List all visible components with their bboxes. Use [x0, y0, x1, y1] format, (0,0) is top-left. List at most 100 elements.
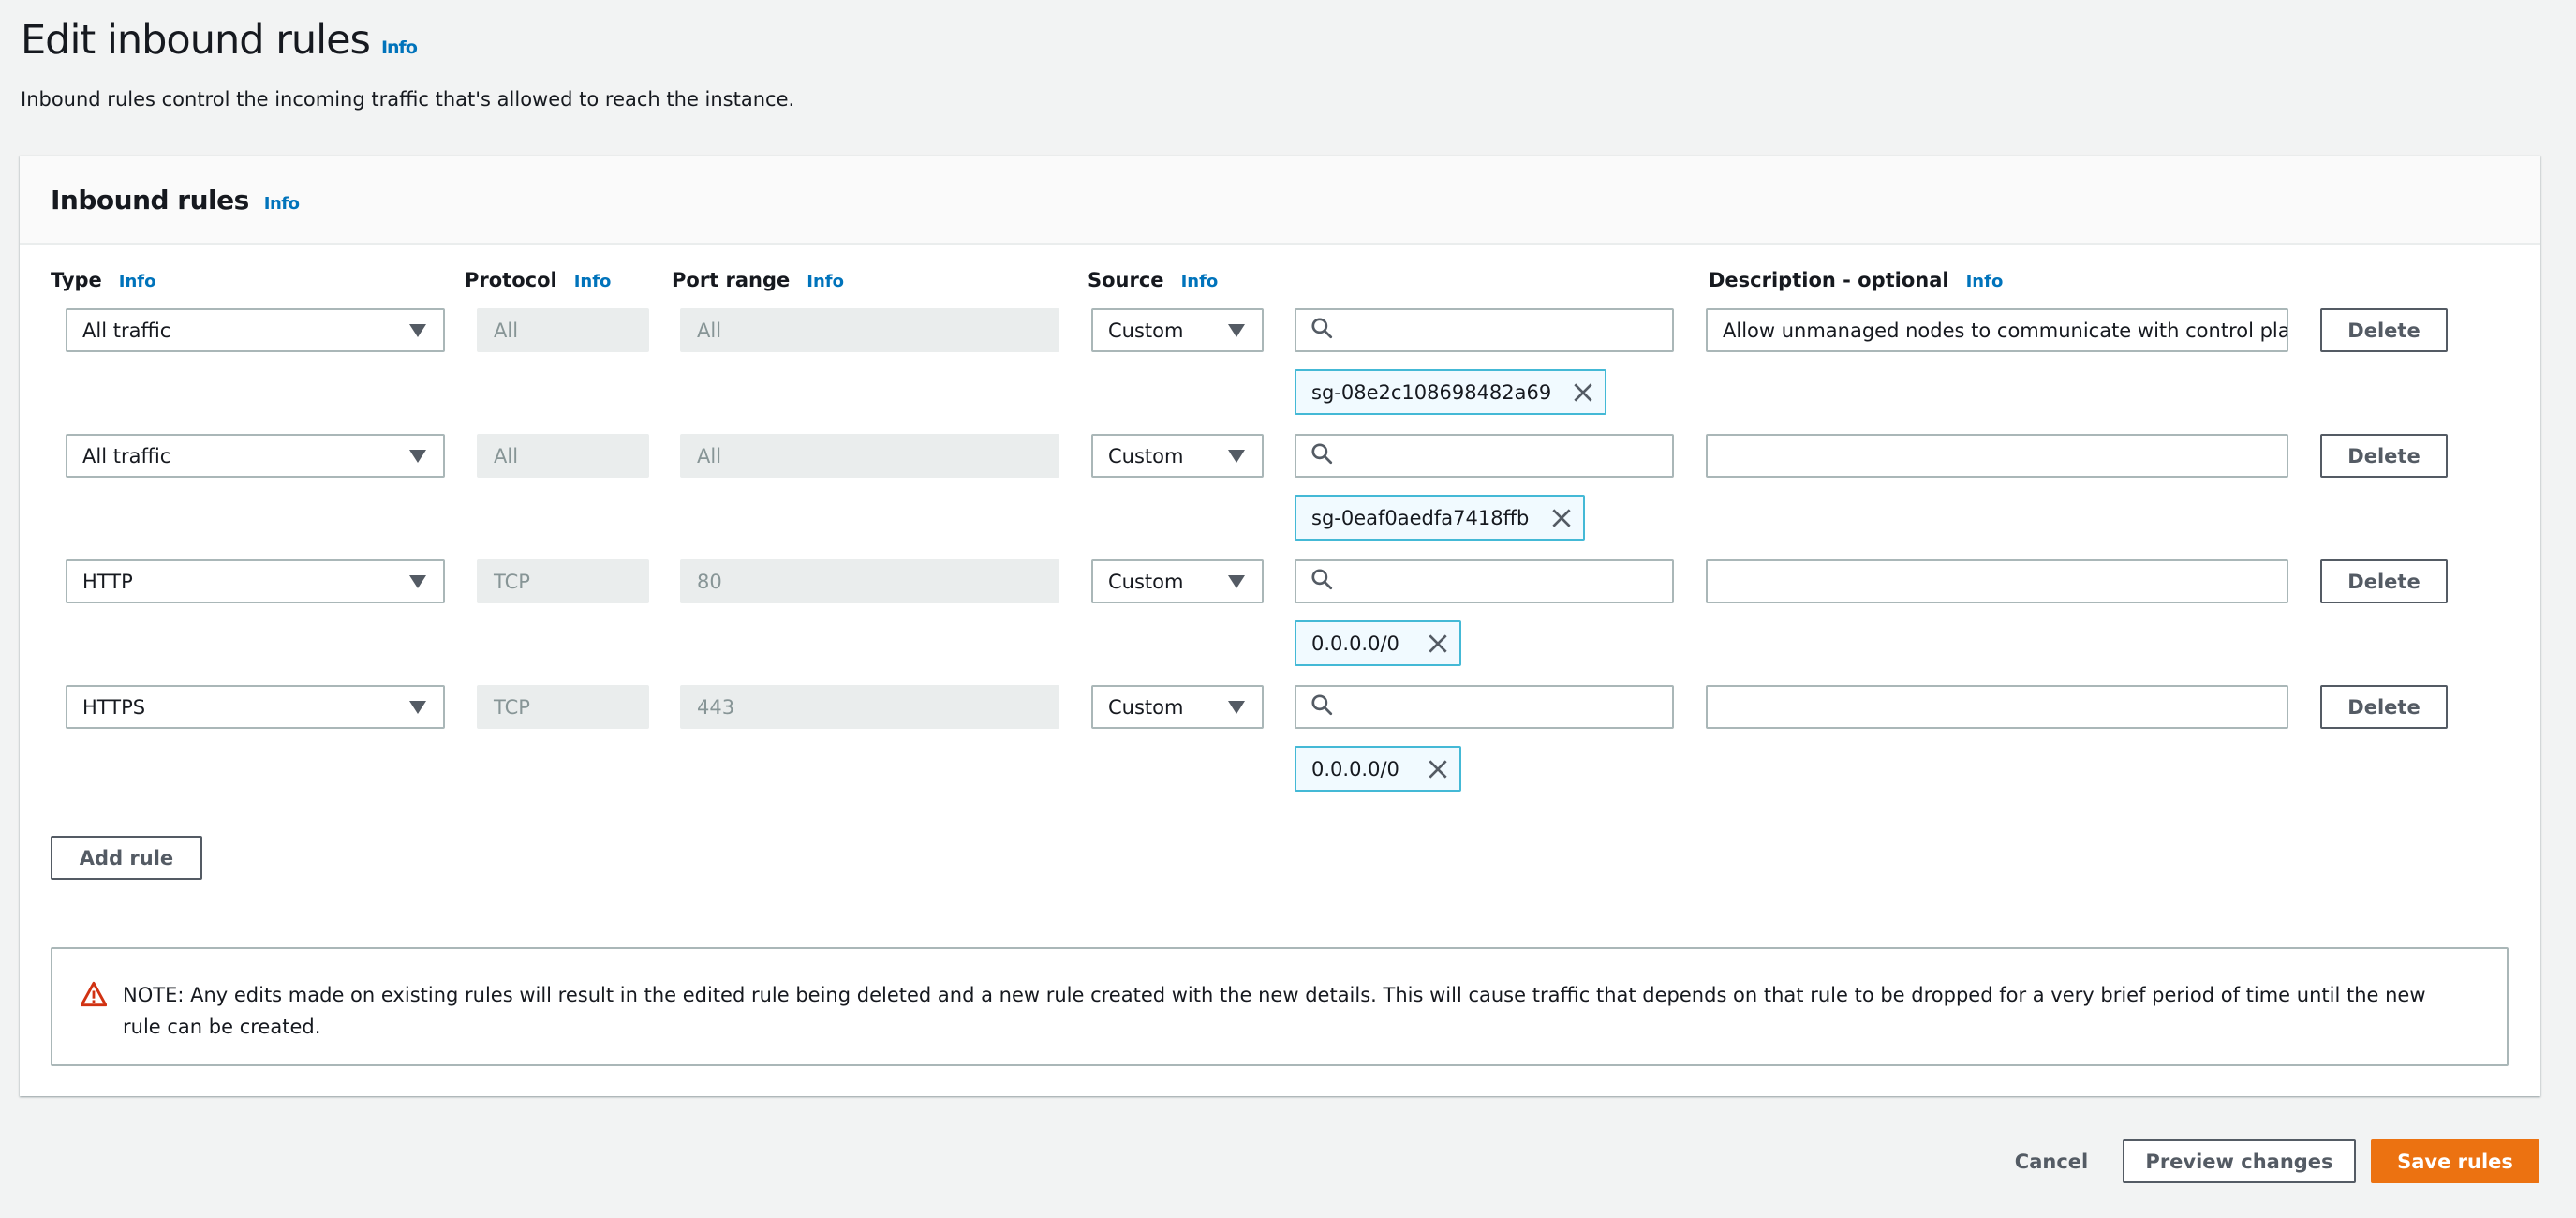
port-range-value: All — [697, 319, 722, 342]
port-range-value: 80 — [697, 570, 722, 593]
protocol-value: All — [494, 444, 519, 468]
info-link[interactable]: Info — [1181, 272, 1219, 291]
search-icon — [1310, 567, 1334, 596]
column-label: Port range — [672, 269, 791, 291]
info-link[interactable]: Info — [264, 194, 300, 214]
delete-button[interactable]: Delete — [2320, 434, 2448, 478]
type-value: All traffic — [82, 444, 171, 468]
caret-down-icon — [1228, 324, 1245, 337]
info-link[interactable]: Info — [1966, 272, 2004, 291]
source-search-input[interactable] — [1295, 685, 1674, 729]
info-link[interactable]: Info — [381, 37, 418, 58]
column-label: Protocol — [465, 269, 557, 291]
info-link[interactable]: Info — [807, 272, 844, 291]
description-input[interactable] — [1706, 434, 2288, 478]
caret-down-icon — [1228, 701, 1245, 714]
type-select[interactable]: HTTPS — [66, 685, 445, 729]
protocol-value: TCP — [494, 695, 530, 719]
column-header-description: Description - optional Info — [1709, 269, 2003, 291]
cancel-button[interactable]: Cancel — [2009, 1139, 2094, 1183]
source-search-input[interactable] — [1295, 434, 1674, 478]
close-icon[interactable] — [1426, 631, 1450, 656]
column-header-source: Source Info — [1088, 269, 1218, 291]
source-select[interactable]: Custom — [1091, 434, 1264, 478]
page-title-text: Edit inbound rules — [21, 17, 371, 64]
protocol-field: TCP — [477, 559, 649, 603]
token-label: 0.0.0.0/0 — [1311, 757, 1399, 780]
port-range-value: All — [697, 444, 722, 468]
search-icon — [1310, 692, 1334, 721]
close-icon[interactable] — [1426, 757, 1450, 781]
port-range-field: All — [680, 434, 1059, 478]
type-value: HTTP — [82, 570, 133, 593]
search-icon — [1310, 316, 1334, 345]
port-range-field: 80 — [680, 559, 1059, 603]
protocol-field: All — [477, 308, 649, 352]
caret-down-icon — [409, 701, 426, 714]
source-token: 0.0.0.0/0 — [1295, 620, 1461, 666]
panel-header: Inbound rules Info — [20, 156, 2540, 245]
type-value: All traffic — [82, 319, 171, 342]
caret-down-icon — [409, 324, 426, 337]
delete-button[interactable]: Delete — [2320, 308, 2448, 352]
source-value: Custom — [1108, 319, 1184, 342]
description-value: Allow unmanaged nodes to communicate wit… — [1723, 319, 2288, 342]
panel-title-text: Inbound rules — [51, 185, 249, 215]
caret-down-icon — [409, 575, 426, 588]
source-token: sg-0eaf0aedfa7418ffb — [1295, 495, 1585, 541]
type-select[interactable]: All traffic — [66, 434, 445, 478]
search-icon — [1310, 441, 1334, 470]
source-select[interactable]: Custom — [1091, 559, 1264, 603]
protocol-value: All — [494, 319, 519, 342]
column-label: Source — [1088, 269, 1164, 291]
warning-icon — [81, 981, 107, 1007]
info-link[interactable]: Info — [119, 272, 156, 291]
type-value: HTTPS — [82, 695, 146, 719]
column-label: Description - optional — [1709, 269, 1949, 291]
source-value: Custom — [1108, 695, 1184, 719]
add-rule-button[interactable]: Add rule — [51, 836, 202, 880]
info-link[interactable]: Info — [574, 272, 612, 291]
type-select[interactable]: All traffic — [66, 308, 445, 352]
source-token: 0.0.0.0/0 — [1295, 746, 1461, 792]
source-select[interactable]: Custom — [1091, 308, 1264, 352]
protocol-value: TCP — [494, 570, 530, 593]
inbound-rules-panel: Inbound rules Info All traffic All All Cu… — [20, 156, 2540, 1096]
source-select[interactable]: Custom — [1091, 685, 1264, 729]
source-value: Custom — [1108, 570, 1184, 593]
source-search-input[interactable] — [1295, 559, 1674, 603]
delete-button[interactable]: Delete — [2320, 685, 2448, 729]
save-rules-button[interactable]: Save rules — [2371, 1139, 2539, 1183]
note-text: NOTE: Any edits made on existing rules w… — [123, 984, 2426, 1038]
column-header-type: Type Info — [51, 269, 156, 291]
protocol-field: TCP — [477, 685, 649, 729]
caret-down-icon — [409, 450, 426, 463]
protocol-field: All — [477, 434, 649, 478]
close-icon[interactable] — [1571, 380, 1595, 405]
source-token: sg-08e2c108698482a69 — [1295, 369, 1606, 415]
token-label: sg-08e2c108698482a69 — [1311, 380, 1552, 404]
source-search-input[interactable] — [1295, 308, 1674, 352]
page-title: Edit inbound rules Info — [21, 17, 418, 64]
delete-button[interactable]: Delete — [2320, 559, 2448, 603]
token-label: sg-0eaf0aedfa7418ffb — [1311, 506, 1530, 529]
description-input[interactable] — [1706, 559, 2288, 603]
type-select[interactable]: HTTP — [66, 559, 445, 603]
source-value: Custom — [1108, 444, 1184, 468]
close-icon[interactable] — [1549, 506, 1574, 530]
panel-title: Inbound rules Info — [51, 185, 300, 215]
caret-down-icon — [1228, 450, 1245, 463]
preview-changes-button[interactable]: Preview changes — [2123, 1139, 2356, 1183]
column-label: Type — [51, 269, 102, 291]
warning-note: NOTE: Any edits made on existing rules w… — [51, 947, 2509, 1066]
page-description: Inbound rules control the incoming traff… — [21, 88, 795, 111]
caret-down-icon — [1228, 575, 1245, 588]
port-range-field: 443 — [680, 685, 1059, 729]
port-range-field: All — [680, 308, 1059, 352]
column-header-protocol: Protocol Info — [465, 269, 611, 291]
port-range-value: 443 — [697, 695, 735, 719]
token-label: 0.0.0.0/0 — [1311, 631, 1399, 655]
column-header-port: Port range Info — [672, 269, 844, 291]
description-input[interactable] — [1706, 685, 2288, 729]
description-input[interactable]: Allow unmanaged nodes to communicate wit… — [1706, 308, 2288, 352]
